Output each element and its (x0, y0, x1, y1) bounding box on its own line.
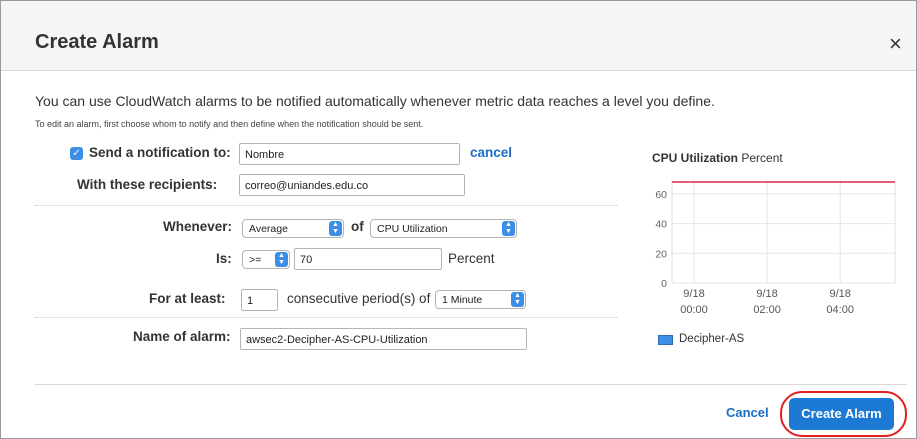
create-alarm-button[interactable]: Create Alarm (789, 398, 894, 430)
metric-select[interactable]: CPU Utilization ▲ ▼ (370, 219, 517, 238)
x-tick-label: 9/18 (756, 288, 777, 300)
dialog-header: Create Alarm × (1, 1, 916, 71)
divider (35, 317, 617, 318)
for-at-least-label: For at least: (149, 291, 226, 306)
recipients-label: With these recipients: (77, 177, 218, 192)
send-notification-checkbox[interactable]: ✓ (70, 147, 83, 160)
x-tick-label: 04:00 (826, 304, 854, 316)
operator-select-value: >= (249, 254, 262, 266)
intro-text: You can use CloudWatch alarms to be noti… (35, 93, 715, 109)
alarm-name-input[interactable]: awsec2-Decipher-AS-CPU-Utilization (240, 328, 527, 350)
x-tick-label: 00:00 (680, 304, 708, 316)
create-alarm-dialog: Create Alarm × You can use CloudWatch al… (0, 0, 917, 439)
chart-title: CPU Utilization Percent (652, 151, 783, 165)
intro-subtext: To edit an alarm, first choose whom to n… (35, 119, 424, 129)
x-tick-label: 9/18 (829, 288, 850, 300)
notification-topic-input[interactable]: Nombre (239, 143, 460, 165)
y-tick-label: 60 (655, 189, 667, 201)
period-length-select-value: 1 Minute (442, 294, 483, 306)
select-arrows-icon: ▲ ▼ (511, 292, 524, 307)
cpu-utilization-chart: 60 40 20 0 9/18 00:00 9/18 02:00 9/18 04:00 (655, 179, 896, 316)
y-tick-label: 40 (655, 219, 667, 231)
x-tick-label: 9/18 (683, 288, 704, 300)
close-icon[interactable]: × (889, 31, 902, 57)
legend-label: Decipher-AS (679, 333, 745, 345)
statistic-select-value: Average (249, 223, 288, 235)
operator-select[interactable]: >= ▲ ▼ (242, 250, 290, 269)
x-tick-label: 02:00 (753, 304, 781, 316)
of-label: of (351, 219, 364, 234)
cancel-notification-link[interactable]: cancel (470, 145, 512, 160)
threshold-unit: Percent (448, 251, 495, 266)
legend-swatch (658, 335, 673, 345)
alarm-name-label: Name of alarm: (133, 329, 231, 344)
select-arrows-icon: ▲ ▼ (275, 252, 288, 267)
chart-metric-name: CPU Utilization (652, 151, 738, 165)
statistic-select[interactable]: Average ▲ ▼ (242, 219, 344, 238)
is-label: Is: (216, 251, 232, 266)
metric-select-value: CPU Utilization (377, 223, 448, 235)
dialog-title: Create Alarm (35, 31, 159, 53)
footer-divider (35, 384, 907, 385)
divider (35, 205, 617, 206)
period-length-select[interactable]: 1 Minute ▲ ▼ (435, 290, 526, 309)
cancel-button[interactable]: Cancel (726, 405, 769, 420)
select-arrows-icon: ▲ ▼ (329, 221, 342, 236)
select-arrows-icon: ▲ ▼ (502, 221, 515, 236)
periods-text: consecutive period(s) of (287, 291, 431, 306)
send-notification-label: Send a notification to: (89, 145, 231, 160)
recipients-input[interactable]: correo@uniandes.edu.co (239, 174, 465, 196)
y-tick-label: 20 (655, 248, 667, 260)
whenever-label: Whenever: (163, 219, 233, 234)
chart-unit: Percent (741, 151, 783, 165)
threshold-input[interactable]: 70 (294, 248, 442, 270)
y-tick-label: 0 (661, 278, 667, 290)
periods-input[interactable]: 1 (241, 289, 278, 311)
